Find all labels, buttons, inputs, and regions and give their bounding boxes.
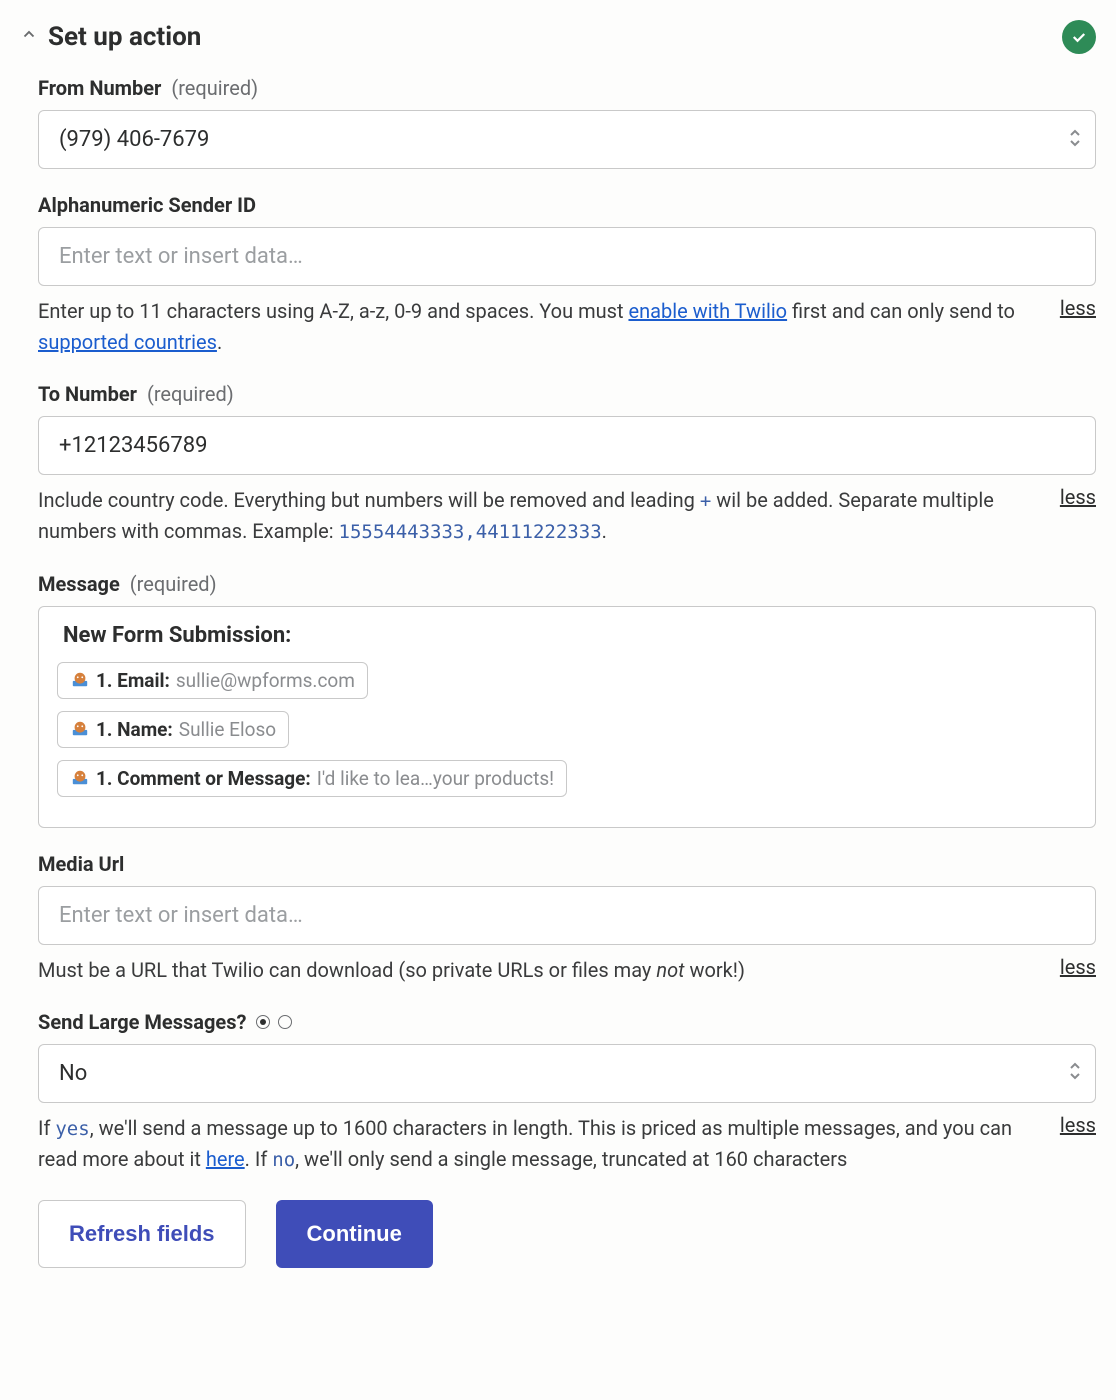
- continue-button[interactable]: Continue: [276, 1200, 433, 1268]
- large-messages-help: If yes, we'll send a message up to 1600 …: [38, 1113, 1036, 1176]
- chevron-up-icon: [20, 26, 38, 48]
- message-pill-comment[interactable]: 1. Comment or Message: I'd like to lea…y…: [57, 760, 567, 797]
- wpforms-icon: [70, 768, 90, 788]
- supported-countries-link[interactable]: supported countries: [38, 330, 217, 354]
- large-messages-select[interactable]: No: [38, 1044, 1096, 1103]
- sender-id-less-link[interactable]: less: [1060, 296, 1096, 320]
- sender-id-label: Alphanumeric Sender ID: [38, 193, 256, 217]
- section-header-left[interactable]: Set up action: [20, 22, 201, 52]
- field-sender-id: Alphanumeric Sender ID Enter up to 11 ch…: [38, 193, 1096, 358]
- message-label: Message: [38, 572, 120, 596]
- field-media-url: Media Url Must be a URL that Twilio can …: [38, 852, 1096, 986]
- status-complete-icon: [1062, 20, 1096, 54]
- message-title: New Form Submission:: [57, 623, 1077, 648]
- required-indicator: (required): [130, 572, 217, 596]
- section-header: Set up action: [20, 20, 1096, 54]
- radio-option-a[interactable]: [256, 1015, 270, 1029]
- media-url-less-link[interactable]: less: [1060, 955, 1096, 979]
- enable-twilio-link[interactable]: enable with Twilio: [628, 299, 787, 323]
- from-number-select[interactable]: (979) 406-7679: [38, 110, 1096, 169]
- wpforms-icon: [70, 670, 90, 690]
- pricing-here-link[interactable]: here: [206, 1147, 245, 1171]
- from-number-label: From Number: [38, 76, 161, 100]
- large-messages-less-link[interactable]: less: [1060, 1113, 1096, 1137]
- field-to-number: To Number (required) Include country cod…: [38, 382, 1096, 548]
- media-url-input[interactable]: [38, 886, 1096, 945]
- sender-id-input[interactable]: [38, 227, 1096, 286]
- media-url-label: Media Url: [38, 852, 124, 876]
- to-number-help: Include country code. Everything but num…: [38, 485, 1036, 548]
- required-indicator: (required): [171, 76, 258, 100]
- required-indicator: (required): [147, 382, 234, 406]
- wpforms-icon: [70, 719, 90, 739]
- section-title: Set up action: [48, 22, 201, 52]
- sender-id-help: Enter up to 11 characters using A-Z, a-z…: [38, 296, 1036, 358]
- radio-option-b[interactable]: [278, 1015, 292, 1029]
- message-box[interactable]: New Form Submission: 1. Email: sullie@wp…: [38, 606, 1096, 828]
- field-large-messages: Send Large Messages? No If yes, we'll se…: [38, 1010, 1096, 1176]
- to-number-input[interactable]: [38, 416, 1096, 475]
- action-button-row: Refresh fields Continue: [38, 1200, 1096, 1268]
- message-pill-email[interactable]: 1. Email: sullie@wpforms.com: [57, 662, 368, 699]
- media-url-help: Must be a URL that Twilio can download (…: [38, 955, 1036, 986]
- field-message: Message (required) New Form Submission: …: [38, 572, 1096, 828]
- to-number-less-link[interactable]: less: [1060, 485, 1096, 509]
- message-pill-name[interactable]: 1. Name: Sullie Eloso: [57, 711, 289, 748]
- boolean-radio-group: [256, 1015, 292, 1029]
- refresh-fields-button[interactable]: Refresh fields: [38, 1200, 246, 1268]
- field-from-number: From Number (required) (979) 406-7679: [38, 76, 1096, 169]
- to-number-label: To Number: [38, 382, 137, 406]
- large-messages-label: Send Large Messages?: [38, 1010, 246, 1034]
- form-body: From Number (required) (979) 406-7679 Al…: [20, 76, 1096, 1268]
